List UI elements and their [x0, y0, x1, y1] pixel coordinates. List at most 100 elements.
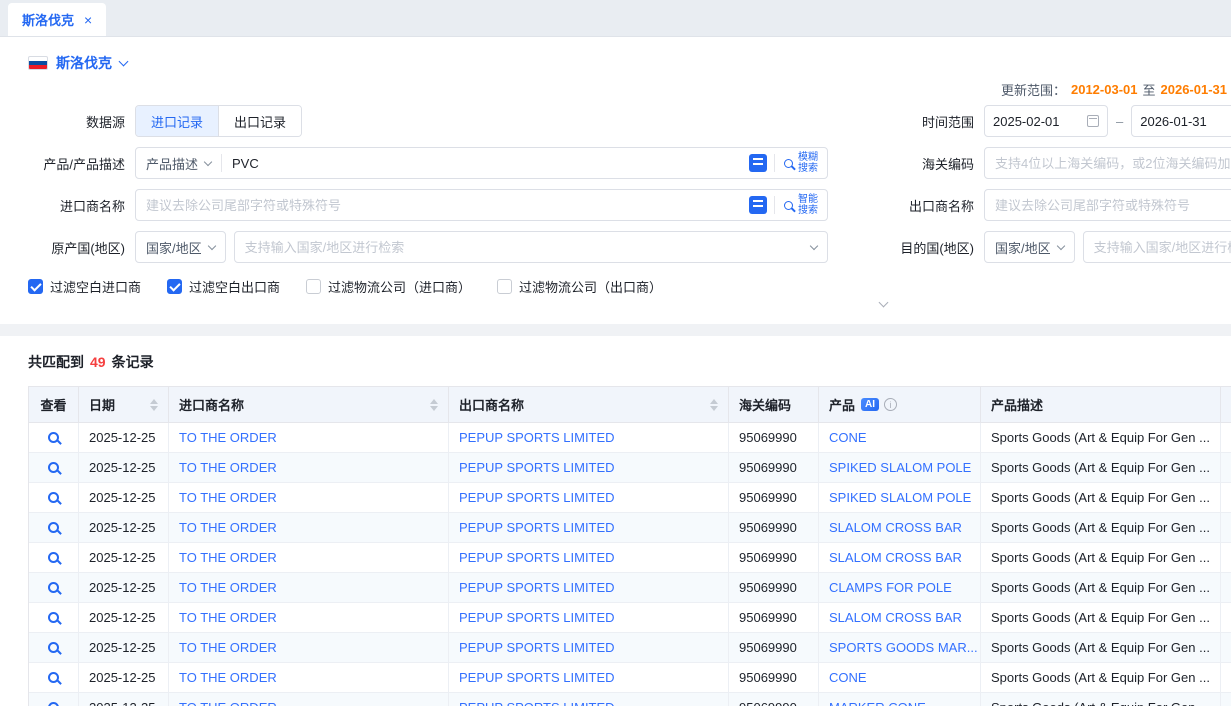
search-panel: 斯洛伐克 更新范围： 2012-03-01 至 2026-01-31 数据源 进…	[0, 37, 1231, 324]
table-row: 2025-12-25TO THE ORDERPEPUP SPORTS LIMIT…	[29, 513, 1231, 543]
view-record-button[interactable]	[29, 513, 79, 543]
exporter-link[interactable]: PEPUP SPORTS LIMITED	[449, 663, 729, 693]
view-record-button[interactable]	[29, 543, 79, 573]
importer-link[interactable]: TO THE ORDER	[169, 663, 449, 693]
view-record-button[interactable]	[29, 693, 79, 706]
product-link[interactable]: CONE	[819, 663, 981, 693]
filter-checkbox-2[interactable]: 过滤空白出口商	[167, 277, 280, 296]
filter-checkbox-3[interactable]: 过滤物流公司（进口商）	[306, 277, 471, 296]
dest-region-select[interactable]: 国家/地区	[984, 231, 1075, 263]
exporter-link[interactable]: PEPUP SPORTS LIMITED	[449, 573, 729, 603]
checked-checkbox-icon[interactable]	[167, 279, 182, 294]
importer-link[interactable]: TO THE ORDER	[169, 573, 449, 603]
chevron-down-icon[interactable]	[119, 57, 129, 67]
origin-region-select[interactable]: 国家/地区	[135, 231, 226, 263]
exporter-link[interactable]: PEPUP SPORTS LIMITED	[449, 693, 729, 706]
unchecked-checkbox-icon[interactable]	[306, 279, 321, 294]
info-icon[interactable]	[884, 398, 897, 411]
importer-link[interactable]: TO THE ORDER	[169, 483, 449, 513]
exporter-link[interactable]: PEPUP SPORTS LIMITED	[449, 543, 729, 573]
start-date-input[interactable]	[984, 105, 1108, 137]
product-link[interactable]: SLALOM CROSS BAR	[819, 543, 981, 573]
end-date-value[interactable]	[1140, 114, 1220, 129]
chevron-down-icon	[1056, 241, 1064, 249]
export-records-toggle[interactable]: 出口记录	[218, 106, 301, 136]
importer-link[interactable]: TO THE ORDER	[169, 423, 449, 453]
product-type-select[interactable]: 产品描述	[136, 154, 221, 173]
checked-checkbox-icon[interactable]	[28, 279, 43, 294]
col-header-date[interactable]: 日期	[79, 387, 169, 423]
magnifier-icon	[48, 432, 59, 443]
importer-link[interactable]: TO THE ORDER	[169, 633, 449, 663]
description-cell: Sports Goods (Art & Equip For Gen ...	[981, 543, 1221, 573]
country-selector[interactable]: 斯洛伐克	[56, 53, 112, 73]
sort-icon[interactable]	[430, 399, 438, 411]
product-link[interactable]: CLAMPS FOR POLE	[819, 573, 981, 603]
view-record-button[interactable]	[29, 633, 79, 663]
sort-icon[interactable]	[710, 399, 718, 411]
col-header-exporter[interactable]: 出口商名称	[449, 387, 729, 423]
importer-input[interactable]	[136, 198, 742, 213]
clipped-cell	[1221, 543, 1231, 573]
magnifier-icon	[48, 672, 59, 683]
description-cell: Sports Goods (Art & Equip For Gen ...	[981, 423, 1221, 453]
view-record-button[interactable]	[29, 423, 79, 453]
origin-country-input[interactable]	[245, 240, 811, 255]
collapse-button[interactable]	[866, 302, 900, 316]
filter-checkbox-4[interactable]: 过滤物流公司（出口商）	[497, 277, 662, 296]
dest-country-label: 目的国(地区)	[828, 238, 984, 257]
product-link[interactable]: SLALOM CROSS BAR	[819, 603, 981, 633]
exporter-link[interactable]: PEPUP SPORTS LIMITED	[449, 603, 729, 633]
exporter-link[interactable]: PEPUP SPORTS LIMITED	[449, 453, 729, 483]
importer-link[interactable]: TO THE ORDER	[169, 453, 449, 483]
view-record-button[interactable]	[29, 603, 79, 633]
clipped-cell	[1221, 513, 1231, 543]
batch-search-icon[interactable]	[749, 196, 767, 214]
view-record-button[interactable]	[29, 663, 79, 693]
filter-checkbox-1[interactable]: 过滤空白进口商	[28, 277, 141, 296]
hs-code-cell: 95069990	[729, 543, 819, 573]
col-header-product: 产品 AI	[819, 387, 981, 423]
hs-code-input[interactable]	[984, 147, 1231, 179]
tab-slovakia[interactable]: 斯洛伐克 ×	[8, 3, 106, 36]
view-record-button[interactable]	[29, 573, 79, 603]
product-link[interactable]: CONE	[819, 423, 981, 453]
sort-icon[interactable]	[150, 399, 158, 411]
product-link[interactable]: SPIKED SLALOM POLE	[819, 453, 981, 483]
importer-search-group: 智能搜索	[135, 189, 828, 221]
exporter-link[interactable]: PEPUP SPORTS LIMITED	[449, 483, 729, 513]
importer-link[interactable]: TO THE ORDER	[169, 543, 449, 573]
importer-link[interactable]: TO THE ORDER	[169, 513, 449, 543]
product-input[interactable]	[222, 156, 742, 171]
product-link[interactable]: SLALOM CROSS BAR	[819, 513, 981, 543]
exporter-link[interactable]: PEPUP SPORTS LIMITED	[449, 633, 729, 663]
exporter-link[interactable]: PEPUP SPORTS LIMITED	[449, 423, 729, 453]
start-date-value[interactable]	[993, 114, 1073, 129]
smart-search-button[interactable]: 智能搜索	[775, 194, 827, 216]
exporter-input[interactable]	[984, 189, 1231, 221]
origin-country-input-box[interactable]	[234, 231, 828, 263]
magnifier-icon	[48, 522, 59, 533]
import-records-toggle[interactable]: 进口记录	[136, 106, 218, 136]
product-link[interactable]: SPORTS GOODS MAR...	[819, 633, 981, 663]
end-date-input[interactable]	[1131, 105, 1231, 137]
chevron-down-icon	[878, 298, 888, 308]
update-range-to: 至	[1142, 80, 1155, 99]
product-link[interactable]: MARKER CONE	[819, 693, 981, 706]
col-header-importer[interactable]: 进口商名称	[169, 387, 449, 423]
filter-label: 过滤物流公司（出口商）	[519, 277, 662, 296]
unchecked-checkbox-icon[interactable]	[497, 279, 512, 294]
tab-close-icon[interactable]: ×	[84, 13, 92, 27]
view-record-button[interactable]	[29, 483, 79, 513]
view-record-button[interactable]	[29, 453, 79, 483]
description-cell: Sports Goods (Art & Equip For Gen ...	[981, 483, 1221, 513]
importer-link[interactable]: TO THE ORDER	[169, 693, 449, 706]
batch-search-icon[interactable]	[749, 154, 767, 172]
date-cell: 2025-12-25	[79, 513, 169, 543]
product-link[interactable]: SPIKED SLALOM POLE	[819, 483, 981, 513]
dest-country-input[interactable]	[1083, 231, 1231, 263]
fuzzy-search-button[interactable]: 模糊搜索	[775, 152, 827, 174]
importer-link[interactable]: TO THE ORDER	[169, 603, 449, 633]
exporter-link[interactable]: PEPUP SPORTS LIMITED	[449, 513, 729, 543]
magnifier-icon	[48, 612, 59, 623]
